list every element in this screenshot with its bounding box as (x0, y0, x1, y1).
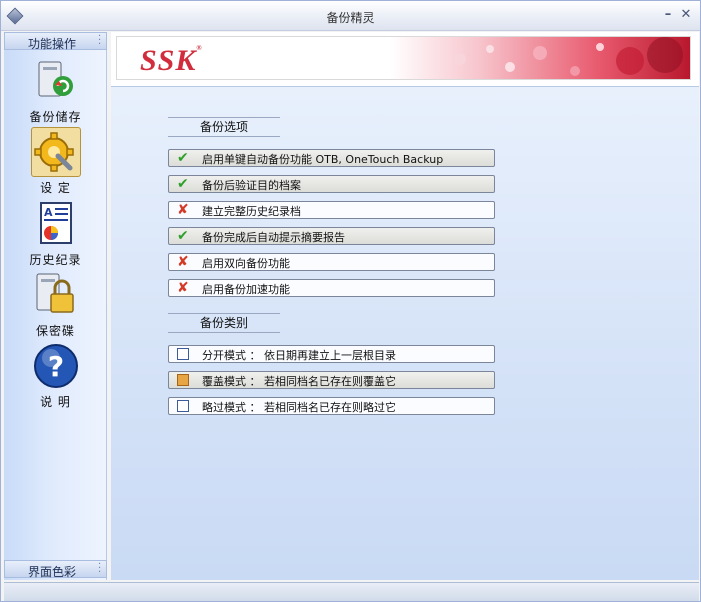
check-icon: ✔ (177, 176, 189, 192)
sidebar-item-label: 说 明 (40, 395, 71, 409)
help-question-icon: ? (31, 341, 81, 391)
option-label: 略过模式 ： 若相同档名已存在则略过它 (202, 401, 396, 414)
cross-icon: ✘ (177, 280, 189, 296)
sidebar-header-label: 功能操作 (27, 37, 76, 51)
sidebar-footer-label: 界面色彩 (27, 565, 76, 579)
cross-icon: ✘ (177, 254, 189, 270)
sidebar-item-help[interactable]: ? 说 明 (4, 341, 107, 410)
option-label: 启用双向备份功能 (202, 257, 290, 270)
check-icon: ✔ (177, 228, 189, 244)
type-separate-mode[interactable]: 分开模式 ： 依日期再建立上一层根目录 (168, 345, 495, 363)
sidebar-item-label: 历史纪录 (29, 253, 82, 267)
settings-gear-icon (30, 127, 81, 177)
option-backup-acceleration[interactable]: ✘ 启用备份加速功能 (168, 279, 495, 297)
radio-box-icon (177, 348, 189, 360)
sidebar-item-label: 设 定 (40, 181, 71, 195)
svg-text:A: A (44, 206, 53, 219)
sidebar-header: 功能操作 · · · (4, 31, 107, 51)
option-label: 建立完整历史纪录档 (202, 205, 301, 218)
banner: SSK® (116, 36, 691, 80)
type-overwrite-mode[interactable]: 覆盖模式 ： 若相同档名已存在则覆盖它 (168, 371, 495, 389)
sidebar-item-backup[interactable]: 备份储存 (4, 56, 107, 125)
option-verify-after-backup[interactable]: ✔ 备份后验证目的档案 (168, 175, 495, 193)
grip-icon: · · · (98, 31, 102, 50)
close-button[interactable]: ✕ (678, 7, 694, 23)
type-skip-mode[interactable]: 略过模式 ： 若相同档名已存在则略过它 (168, 397, 495, 415)
sidebar: 功能操作 · · · 备份储存 设 定 A 历史纪录 保密碟 ? 说 明 界面色… (4, 32, 107, 580)
svg-text:?: ? (47, 350, 63, 383)
minimize-button[interactable]: – (660, 7, 676, 23)
ssk-logo: SSK® (140, 44, 203, 77)
lock-disk-icon (31, 270, 81, 320)
cross-icon: ✘ (177, 202, 189, 218)
option-one-touch-backup[interactable]: ✔ 启用单键自动备份功能 OTB, OneTouch Backup (168, 149, 495, 167)
option-two-way-backup[interactable]: ✘ 启用双向备份功能 (168, 253, 495, 271)
main-content: SSK® 备份选项 ✔ 启用单键自动备份功能 OTB, OneTouch Bac… (111, 32, 699, 580)
option-label: 覆盖模式 ： 若相同档名已存在则覆盖它 (202, 375, 396, 388)
option-full-history-log[interactable]: ✘ 建立完整历史纪录档 (168, 201, 495, 219)
option-label: 分开模式 ： 依日期再建立上一层根目录 (202, 349, 396, 362)
option-summary-report[interactable]: ✔ 备份完成后自动提示摘要报告 (168, 227, 495, 245)
option-label: 备份完成后自动提示摘要报告 (202, 231, 345, 244)
radio-box-icon (177, 400, 189, 412)
backup-options-title: 备份选项 (168, 117, 280, 137)
sidebar-item-secure-disk[interactable]: 保密碟 (4, 270, 107, 339)
sidebar-item-settings[interactable]: 设 定 (4, 127, 107, 196)
backup-drive-icon (31, 56, 81, 106)
backup-types-title: 备份类别 (168, 313, 280, 333)
radio-box-selected-icon (177, 374, 189, 386)
options-panel: 备份选项 ✔ 启用单键自动备份功能 OTB, OneTouch Backup ✔… (111, 86, 699, 580)
grip-icon: · · · (98, 559, 102, 578)
sidebar-item-history[interactable]: A 历史纪录 (4, 199, 107, 268)
option-label: 启用备份加速功能 (202, 283, 290, 296)
banner-decoration (390, 37, 690, 79)
status-bar (4, 582, 699, 601)
sidebar-item-label: 备份储存 (29, 110, 82, 124)
history-document-icon: A (31, 199, 81, 249)
check-icon: ✔ (177, 150, 189, 166)
option-label: 备份后验证目的档案 (202, 179, 301, 192)
sidebar-item-label: 保密碟 (35, 324, 75, 338)
app-window: 备份精灵 – ✕ 功能操作 · · · 备份储存 设 定 A 历史纪录 保密碟 … (0, 0, 701, 602)
window-title: 备份精灵 (326, 11, 375, 25)
title-bar: 备份精灵 – ✕ (1, 1, 700, 31)
option-label: 启用单键自动备份功能 OTB, OneTouch Backup (202, 153, 444, 166)
sidebar-footer[interactable]: 界面色彩 · · · (4, 559, 107, 579)
